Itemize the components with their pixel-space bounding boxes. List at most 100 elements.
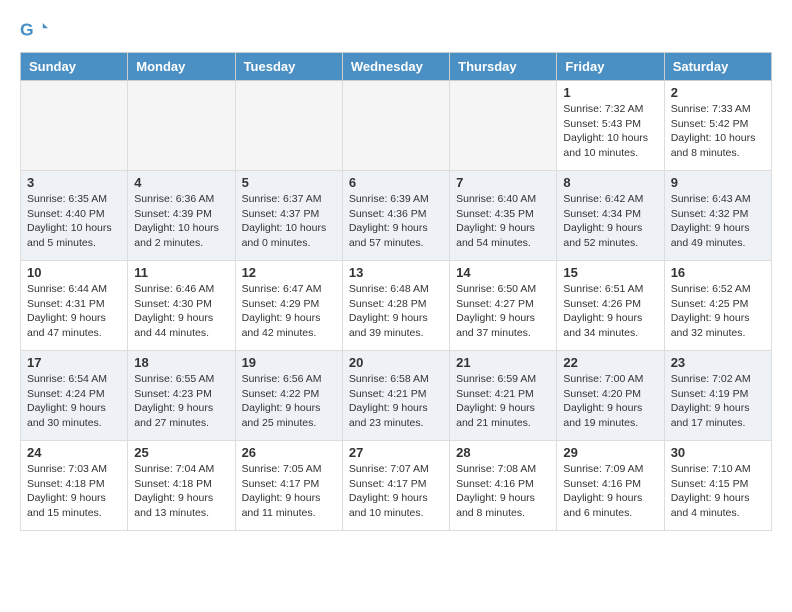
weekday-header: Wednesday — [342, 53, 449, 81]
day-info: Sunrise: 7:03 AM Sunset: 4:18 PM Dayligh… — [27, 462, 121, 521]
day-number: 19 — [242, 355, 336, 370]
day-number: 7 — [456, 175, 550, 190]
day-info: Sunrise: 7:05 AM Sunset: 4:17 PM Dayligh… — [242, 462, 336, 521]
calendar-cell: 1Sunrise: 7:32 AM Sunset: 5:43 PM Daylig… — [557, 81, 664, 171]
calendar-cell: 10 Sunrise: 6:44 AM Sunset: 4:31 PM Dayli… — [21, 261, 128, 351]
calendar-cell: 29 Sunrise: 7:09 AM Sunset: 4:16 PM Dayli… — [557, 441, 664, 531]
calendar-cell: 11Sunrise: 6:46 AM Sunset: 4:30 PM Dayli… — [128, 261, 235, 351]
day-info: Sunrise: 7:07 AM Sunset: 4:17 PM Dayligh… — [349, 462, 443, 521]
calendar-cell: 6 Sunrise: 6:39 AM Sunset: 4:36 PM Daylig… — [342, 171, 449, 261]
day-number: 22 — [563, 355, 657, 370]
day-info: Sunrise: 6:44 AM Sunset: 4:31 PM Dayligh… — [27, 282, 121, 341]
day-number: 20 — [349, 355, 443, 370]
calendar-cell: 3 Sunrise: 6:35 AM Sunset: 4:40 PM Daylig… — [21, 171, 128, 261]
day-number: 27 — [349, 445, 443, 460]
calendar-cell: 4 Sunrise: 6:36 AM Sunset: 4:39 PM Daylig… — [128, 171, 235, 261]
calendar-cell — [342, 81, 449, 171]
calendar-cell: 17 Sunrise: 6:54 AM Sunset: 4:24 PM Dayli… — [21, 351, 128, 441]
day-number: 5 — [242, 175, 336, 190]
calendar-cell: 19 Sunrise: 6:56 AM Sunset: 4:22 PM Dayli… — [235, 351, 342, 441]
calendar-cell: 23 Sunrise: 7:02 AM Sunset: 4:19 PM Dayli… — [664, 351, 771, 441]
page-header: G — [0, 0, 792, 52]
day-number: 8 — [563, 175, 657, 190]
weekday-header: Saturday — [664, 53, 771, 81]
calendar-cell: 12Sunrise: 6:47 AM Sunset: 4:29 PM Dayli… — [235, 261, 342, 351]
day-info: Sunrise: 7:04 AM Sunset: 4:18 PM Dayligh… — [134, 462, 228, 521]
day-info: Sunrise: 6:40 AM Sunset: 4:35 PM Dayligh… — [456, 192, 550, 251]
day-number: 9 — [671, 175, 765, 190]
day-info: Sunrise: 6:52 AM Sunset: 4:25 PM Dayligh… — [671, 282, 765, 341]
day-number: 17 — [27, 355, 121, 370]
calendar-cell: 25Sunrise: 7:04 AM Sunset: 4:18 PM Dayli… — [128, 441, 235, 531]
logo-icon: G — [20, 16, 48, 44]
day-info: Sunrise: 6:42 AM Sunset: 4:34 PM Dayligh… — [563, 192, 657, 251]
calendar-cell — [21, 81, 128, 171]
day-info: Sunrise: 6:37 AM Sunset: 4:37 PM Dayligh… — [242, 192, 336, 251]
day-info: Sunrise: 6:39 AM Sunset: 4:36 PM Dayligh… — [349, 192, 443, 251]
calendar-cell: 5 Sunrise: 6:37 AM Sunset: 4:37 PM Daylig… — [235, 171, 342, 261]
day-info: Sunrise: 6:35 AM Sunset: 4:40 PM Dayligh… — [27, 192, 121, 251]
day-number: 6 — [349, 175, 443, 190]
day-number: 29 — [563, 445, 657, 460]
calendar-cell: 18Sunrise: 6:55 AM Sunset: 4:23 PM Dayli… — [128, 351, 235, 441]
calendar-table: SundayMondayTuesdayWednesdayThursdayFrid… — [20, 52, 772, 531]
weekday-header: Sunday — [21, 53, 128, 81]
day-number: 14 — [456, 265, 550, 280]
calendar-week-row: 17 Sunrise: 6:54 AM Sunset: 4:24 PM Dayli… — [21, 351, 772, 441]
day-info: Sunrise: 7:08 AM Sunset: 4:16 PM Dayligh… — [456, 462, 550, 521]
day-info: Sunrise: 6:59 AM Sunset: 4:21 PM Dayligh… — [456, 372, 550, 431]
calendar-cell: 20 Sunrise: 6:58 AM Sunset: 4:21 PM Dayli… — [342, 351, 449, 441]
day-info: Sunrise: 6:36 AM Sunset: 4:39 PM Dayligh… — [134, 192, 228, 251]
calendar-cell — [128, 81, 235, 171]
day-number: 13 — [349, 265, 443, 280]
day-number: 18 — [134, 355, 228, 370]
day-info: Sunrise: 6:58 AM Sunset: 4:21 PM Dayligh… — [349, 372, 443, 431]
day-info: Sunrise: 6:56 AM Sunset: 4:22 PM Dayligh… — [242, 372, 336, 431]
weekday-header: Monday — [128, 53, 235, 81]
day-number: 21 — [456, 355, 550, 370]
calendar-cell — [235, 81, 342, 171]
day-number: 11 — [134, 265, 228, 280]
day-number: 3 — [27, 175, 121, 190]
day-info: Sunrise: 7:09 AM Sunset: 4:16 PM Dayligh… — [563, 462, 657, 521]
calendar-cell: 8 Sunrise: 6:42 AM Sunset: 4:34 PM Daylig… — [557, 171, 664, 261]
calendar-cell: 15Sunrise: 6:51 AM Sunset: 4:26 PM Dayli… — [557, 261, 664, 351]
day-number: 2 — [671, 85, 765, 100]
day-info: Sunrise: 6:50 AM Sunset: 4:27 PM Dayligh… — [456, 282, 550, 341]
calendar-week-row: 24 Sunrise: 7:03 AM Sunset: 4:18 PM Dayli… — [21, 441, 772, 531]
day-number: 4 — [134, 175, 228, 190]
day-info: Sunrise: 7:10 AM Sunset: 4:15 PM Dayligh… — [671, 462, 765, 521]
day-info: Sunrise: 7:02 AM Sunset: 4:19 PM Dayligh… — [671, 372, 765, 431]
day-number: 16 — [671, 265, 765, 280]
day-info: Sunrise: 6:48 AM Sunset: 4:28 PM Dayligh… — [349, 282, 443, 341]
day-number: 12 — [242, 265, 336, 280]
calendar-cell: 24 Sunrise: 7:03 AM Sunset: 4:18 PM Dayli… — [21, 441, 128, 531]
weekday-header: Tuesday — [235, 53, 342, 81]
day-info: Sunrise: 7:00 AM Sunset: 4:20 PM Dayligh… — [563, 372, 657, 431]
calendar-week-row: 3 Sunrise: 6:35 AM Sunset: 4:40 PM Daylig… — [21, 171, 772, 261]
calendar-header: SundayMondayTuesdayWednesdayThursdayFrid… — [21, 53, 772, 81]
svg-text:G: G — [20, 19, 34, 39]
calendar-cell: 26Sunrise: 7:05 AM Sunset: 4:17 PM Dayli… — [235, 441, 342, 531]
calendar-cell: 27 Sunrise: 7:07 AM Sunset: 4:17 PM Dayli… — [342, 441, 449, 531]
day-number: 23 — [671, 355, 765, 370]
day-info: Sunrise: 6:51 AM Sunset: 4:26 PM Dayligh… — [563, 282, 657, 341]
weekday-header: Friday — [557, 53, 664, 81]
day-info: Sunrise: 6:54 AM Sunset: 4:24 PM Dayligh… — [27, 372, 121, 431]
day-number: 28 — [456, 445, 550, 460]
day-number: 30 — [671, 445, 765, 460]
day-info: Sunrise: 7:32 AM Sunset: 5:43 PM Dayligh… — [563, 102, 657, 161]
calendar-cell: 21 Sunrise: 6:59 AM Sunset: 4:21 PM Dayli… — [450, 351, 557, 441]
calendar-cell — [450, 81, 557, 171]
calendar-cell: 30 Sunrise: 7:10 AM Sunset: 4:15 PM Dayli… — [664, 441, 771, 531]
calendar-cell: 16 Sunrise: 6:52 AM Sunset: 4:25 PM Dayli… — [664, 261, 771, 351]
calendar-cell: 9Sunrise: 6:43 AM Sunset: 4:32 PM Daylig… — [664, 171, 771, 261]
logo: G — [20, 16, 50, 44]
calendar-week-row: 10 Sunrise: 6:44 AM Sunset: 4:31 PM Dayli… — [21, 261, 772, 351]
calendar-cell: 14 Sunrise: 6:50 AM Sunset: 4:27 PM Dayli… — [450, 261, 557, 351]
calendar-cell: 7 Sunrise: 6:40 AM Sunset: 4:35 PM Daylig… — [450, 171, 557, 261]
calendar-cell: 2Sunrise: 7:33 AM Sunset: 5:42 PM Daylig… — [664, 81, 771, 171]
weekday-header: Thursday — [450, 53, 557, 81]
day-number: 10 — [27, 265, 121, 280]
day-number: 24 — [27, 445, 121, 460]
